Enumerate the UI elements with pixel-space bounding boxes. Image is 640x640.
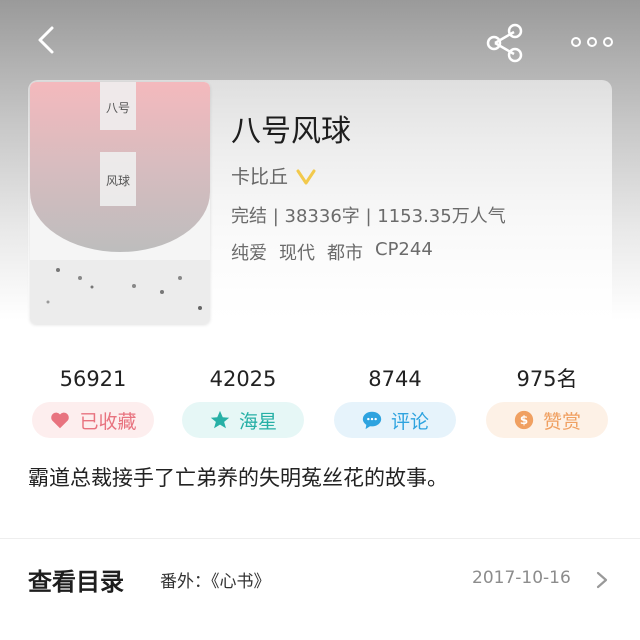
tag-item[interactable]: 纯爱 bbox=[231, 239, 267, 265]
heart-icon bbox=[51, 412, 70, 429]
author-name[interactable]: 卡比丘 bbox=[231, 162, 288, 189]
book-stats: 完结 | 38336字 | 1153.35万人气 bbox=[231, 206, 506, 227]
tag-item[interactable]: 都市 bbox=[327, 239, 363, 265]
book-synopsis: 霸道总裁接手了亡弟养的失明菟丝花的故事。 bbox=[28, 466, 448, 490]
latest-chapter: 番外：《心书》 bbox=[160, 572, 271, 592]
chevron-right-icon bbox=[596, 571, 608, 589]
tag-list: 纯爱 现代 都市 CP244 bbox=[231, 239, 433, 265]
starfish-button[interactable]: 海星 bbox=[182, 402, 304, 438]
comment-label: 评论 bbox=[390, 410, 429, 433]
verified-badge-icon bbox=[296, 169, 316, 184]
toc-title: 查看目录 bbox=[28, 568, 124, 596]
more-dots-icon bbox=[571, 37, 613, 47]
tag-item[interactable]: 现代 bbox=[279, 239, 315, 265]
cover-artwork: 八号 风球 bbox=[30, 82, 210, 324]
book-cover[interactable]: 八号 风球 bbox=[30, 82, 210, 324]
cover-title-top: 八号 bbox=[106, 101, 130, 115]
tag-item[interactable]: CP244 bbox=[375, 239, 433, 265]
cover-title-bottom: 风球 bbox=[106, 174, 130, 188]
book-title: 八号风球 bbox=[231, 114, 351, 149]
star-icon bbox=[210, 410, 230, 429]
starfish-label: 海星 bbox=[238, 410, 277, 433]
back-button[interactable] bbox=[30, 22, 66, 58]
comment-column: 8744 评论 bbox=[320, 364, 470, 438]
favorite-column: 56921 已收藏 bbox=[18, 364, 168, 438]
starfish-column: 42025 海星 bbox=[168, 364, 318, 438]
share-icon bbox=[486, 23, 523, 63]
share-button[interactable] bbox=[484, 22, 526, 64]
reward-button[interactable]: $ 赞赏 bbox=[486, 402, 608, 438]
action-counts: 56921 已收藏 42025 海星 8744 评论 975名 $ 赞赏 bbox=[0, 364, 640, 454]
comment-count: 8744 bbox=[368, 367, 422, 391]
reward-column: 975名 $ 赞赏 bbox=[472, 364, 622, 438]
comment-button[interactable]: 评论 bbox=[334, 402, 456, 438]
section-divider bbox=[0, 538, 640, 539]
favorite-label: 已收藏 bbox=[79, 410, 137, 433]
author-row[interactable]: 卡比丘 bbox=[231, 162, 316, 189]
table-of-contents-row[interactable]: 查看目录 番外：《心书》 2017-10-16 bbox=[0, 548, 640, 612]
back-arrow-icon bbox=[38, 26, 54, 54]
favorite-count: 56921 bbox=[59, 367, 127, 391]
comment-icon bbox=[362, 411, 382, 430]
reward-count: 975名 bbox=[516, 367, 578, 391]
update-date: 2017-10-16 bbox=[472, 568, 571, 588]
more-button[interactable] bbox=[570, 28, 614, 56]
favorite-button[interactable]: 已收藏 bbox=[32, 402, 154, 438]
top-nav-bar bbox=[0, 0, 640, 80]
svg-text:$: $ bbox=[520, 413, 528, 427]
reward-label: 赞赏 bbox=[542, 410, 581, 433]
coin-icon: $ bbox=[514, 410, 534, 430]
starfish-count: 42025 bbox=[209, 367, 277, 391]
